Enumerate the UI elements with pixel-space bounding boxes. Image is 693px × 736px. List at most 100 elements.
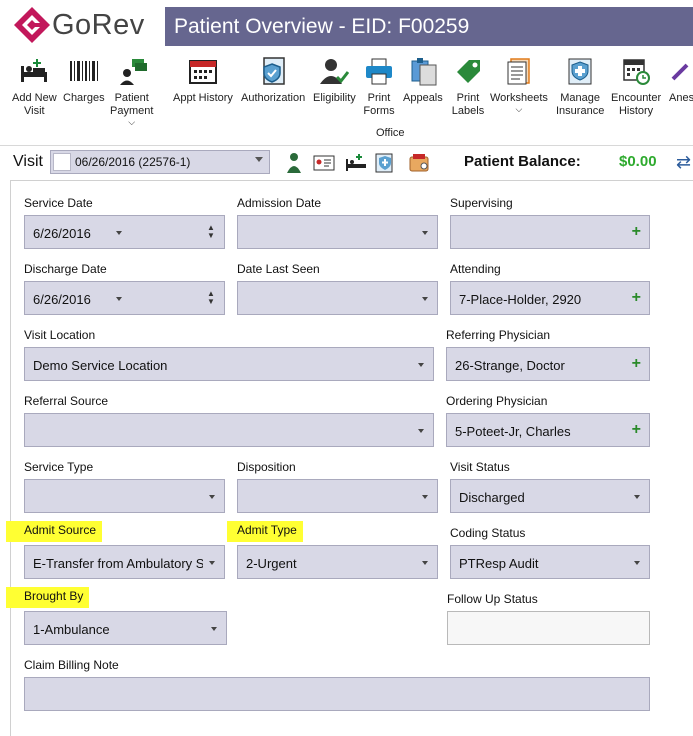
ordering-physician-field[interactable]: 5-Poteet-Jr, Charles +: [446, 413, 650, 447]
chevron-down-icon: ⌵: [128, 117, 136, 127]
chevron-down-icon: ⌵: [515, 104, 523, 114]
chevron-down-icon: [209, 495, 215, 499]
brought-by-field[interactable]: 1-Ambulance: [24, 611, 227, 645]
calendar-icon: [186, 54, 220, 88]
patient-balance-value: $0.00: [619, 153, 657, 170]
spinner-icon[interactable]: ▲ ▼: [207, 224, 215, 240]
ordering-physician-label: Ordering Physician: [446, 394, 548, 408]
add-visit-small-icon[interactable]: [345, 152, 367, 174]
chevron-down-icon: [211, 627, 217, 631]
visit-location-label: Visit Location: [24, 328, 96, 342]
print-labels-label: Print Labels: [451, 92, 485, 117]
insurance-small-icon[interactable]: [374, 152, 396, 174]
visit-select[interactable]: 06/26/2016 (22576-1): [50, 150, 270, 174]
admission-date-label: Admission Date: [237, 196, 322, 210]
chevron-down-icon: [422, 495, 428, 499]
add-referring-physician-icon[interactable]: +: [632, 355, 641, 373]
visit-location-value: Demo Service Location: [33, 358, 168, 373]
admission-date-field[interactable]: [237, 215, 438, 249]
chevron-down-icon: [255, 157, 263, 162]
chevron-down-icon: [422, 231, 428, 235]
printer-icon: [362, 54, 396, 88]
visit-status-field[interactable]: Discharged: [450, 479, 650, 513]
appeals-button[interactable]: Appeals: [403, 54, 443, 105]
admit-source-label: Admit Source: [6, 521, 103, 542]
chevron-down-icon: [634, 561, 640, 565]
follow-up-status-field[interactable]: [447, 611, 650, 645]
wallet-icon[interactable]: [408, 152, 430, 174]
supervising-field[interactable]: +: [450, 215, 650, 249]
add-new-visit-label: Add New Visit: [12, 92, 57, 117]
attending-value: 7-Place-Holder, 2920: [459, 292, 582, 307]
gorev-logo-icon: [14, 7, 50, 43]
ordering-physician-value: 5-Poteet-Jr, Charles: [455, 424, 571, 439]
print-labels-button[interactable]: Print Labels: [451, 54, 485, 118]
service-type-label: Service Type: [24, 460, 94, 474]
manage-insurance-button[interactable]: Manage Insurance: [556, 54, 604, 118]
referral-source-field[interactable]: [24, 413, 434, 447]
disposition-field[interactable]: [237, 479, 438, 513]
toolbar: Add New Visit Charges Patient Payment ⌵ …: [0, 50, 693, 146]
attending-field[interactable]: 7-Place-Holder, 2920 +: [450, 281, 650, 315]
follow-up-status-label: Follow Up Status: [447, 592, 538, 606]
admit-type-value: 2-Urgent: [246, 556, 297, 571]
charges-label: Charges: [63, 92, 105, 104]
admit-source-field[interactable]: E-Transfer from Ambulatory Surgery Cente…: [24, 545, 225, 579]
referring-physician-field[interactable]: 26-Strange, Doctor +: [446, 347, 650, 381]
discharge-date-value: 6/26/2016: [33, 292, 91, 307]
discharge-date-label: Discharge Date: [24, 262, 107, 276]
chevron-down-icon: [422, 297, 428, 301]
disposition-label: Disposition: [237, 460, 296, 474]
anesthesia-button[interactable]: Anes: [669, 54, 693, 105]
coding-status-field[interactable]: PTResp Audit: [450, 545, 650, 579]
window-title: Patient Overview - EID: F00259: [165, 7, 693, 46]
claim-billing-note-field[interactable]: [24, 677, 650, 711]
appeals-icon: [406, 54, 440, 88]
add-attending-icon[interactable]: +: [632, 289, 641, 307]
admit-type-field[interactable]: 2-Urgent: [237, 545, 438, 579]
tag-icon: [451, 54, 485, 88]
appt-history-button[interactable]: Appt History: [173, 54, 233, 105]
appeals-label: Appeals: [403, 92, 443, 104]
authorization-label: Authorization: [241, 92, 306, 104]
print-forms-label: Print Forms: [363, 92, 395, 117]
refresh-icon[interactable]: ⇄: [676, 152, 691, 173]
discharge-date-field[interactable]: 6/26/2016 ▲ ▼: [24, 281, 225, 315]
service-type-field[interactable]: [24, 479, 225, 513]
add-ordering-physician-icon[interactable]: +: [632, 421, 641, 439]
service-date-label: Service Date: [24, 196, 93, 210]
encounter-history-button[interactable]: Encounter History: [611, 54, 661, 118]
admit-source-value: E-Transfer from Ambulatory Surgery Cente…: [33, 556, 203, 571]
chevron-down-icon: [634, 495, 640, 499]
id-card-icon[interactable]: [313, 152, 335, 174]
patient-icon[interactable]: [283, 152, 305, 174]
barcode-icon: [67, 54, 101, 88]
spinner-icon[interactable]: ▲ ▼: [207, 290, 215, 306]
worksheet-icon: [502, 54, 536, 88]
visit-checkbox[interactable]: [53, 153, 71, 171]
insurance-icon: [563, 54, 597, 88]
patient-balance-label: Patient Balance:: [464, 153, 581, 170]
service-date-field[interactable]: 6/26/2016 ▲ ▼: [24, 215, 225, 249]
encounter-history-label: Encounter History: [611, 92, 662, 117]
chevron-down-icon: [418, 363, 424, 367]
add-supervising-icon[interactable]: +: [632, 223, 641, 241]
patient-payment-button[interactable]: Patient Payment ⌵: [110, 54, 154, 127]
add-new-visit-button[interactable]: Add New Visit: [12, 54, 57, 118]
patient-payment-label: Patient Payment: [110, 92, 154, 117]
visit-select-value: 06/26/2016 (22576-1): [75, 155, 191, 169]
anesthesia-label: Anes: [669, 92, 693, 104]
print-forms-button[interactable]: Print Forms: [362, 54, 396, 118]
eligibility-button[interactable]: Eligibility: [313, 54, 356, 105]
encounter-history-icon: [619, 54, 653, 88]
authorization-button[interactable]: Authorization: [241, 54, 305, 105]
user-check-icon: [317, 54, 351, 88]
attending-label: Attending: [450, 262, 501, 276]
visit-status-label: Visit Status: [450, 460, 510, 474]
app-logo: GoRev: [0, 0, 165, 46]
worksheets-button[interactable]: Worksheets ⌵: [490, 54, 548, 114]
visit-row: Visit 06/26/2016 (22576-1) Patient Balan…: [0, 148, 693, 178]
charges-button[interactable]: Charges: [63, 54, 105, 105]
date-last-seen-field[interactable]: [237, 281, 438, 315]
visit-location-field[interactable]: Demo Service Location: [24, 347, 434, 381]
